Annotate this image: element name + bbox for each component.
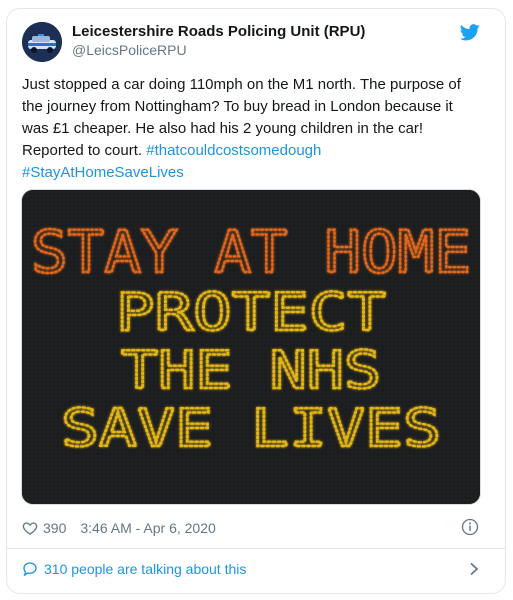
- hashtag-link[interactable]: #thatcouldcostsomedough: [146, 142, 321, 159]
- info-icon[interactable]: [461, 518, 479, 536]
- tweet-meta: 390 3:46 AM - Apr 6, 2020: [22, 518, 216, 538]
- talking-count: 310 people are talking about this: [44, 561, 247, 577]
- sign-line: PROTECT: [116, 283, 386, 343]
- tweet-media-image[interactable]: STAY AT HOME PROTECT THE NHS SAVE LIVES: [21, 189, 481, 505]
- sign-line: STAY AT HOME: [31, 218, 471, 286]
- sign-line: THE NHS: [121, 341, 381, 401]
- chevron-right-icon[interactable]: [468, 562, 480, 576]
- tweet-text: Just stopped a car doing 110mph on the M…: [22, 74, 482, 184]
- conversation-link[interactable]: 310 people are talking about this: [22, 559, 246, 579]
- like-count[interactable]: 390: [43, 520, 66, 536]
- divider: [6, 548, 506, 549]
- hashtag-link[interactable]: #StayAtHomeSaveLives: [22, 164, 184, 181]
- led-sign: STAY AT HOMEPROTECTTHE NHSSAVE LIVES: [22, 190, 480, 504]
- author-handle[interactable]: @LeicsPoliceRPU: [72, 42, 187, 58]
- sign-line: SAVE LIVES: [61, 399, 441, 459]
- heart-icon[interactable]: [22, 520, 38, 536]
- author-name[interactable]: Leicestershire Roads Policing Unit (RPU): [72, 23, 365, 40]
- avatar[interactable]: [22, 22, 62, 62]
- timestamp[interactable]: 3:46 AM - Apr 6, 2020: [80, 520, 215, 536]
- speech-bubble-icon: [23, 562, 37, 577]
- twitter-bird-icon[interactable]: [460, 24, 480, 41]
